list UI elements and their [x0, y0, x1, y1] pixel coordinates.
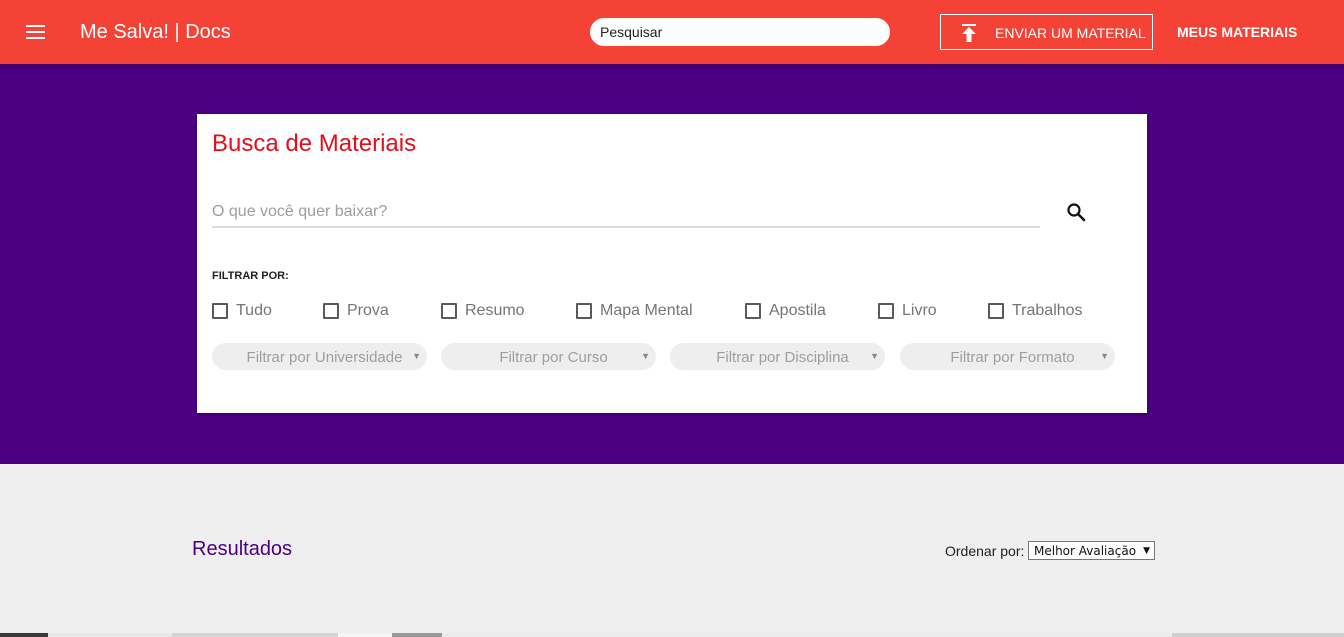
upload-material-label: ENVIAR UM MATERIAL	[995, 25, 1146, 41]
select-label: Filtrar por Disciplina	[716, 349, 849, 366]
strip-segment	[1172, 633, 1344, 637]
checkbox-apostila[interactable]: Apostila	[745, 302, 826, 320]
filter-course-select[interactable]: Filtrar por Curso ▼	[441, 343, 656, 370]
checkbox-label: Trabalhos	[1012, 302, 1083, 319]
search-icon[interactable]	[1066, 202, 1086, 222]
filter-format-select[interactable]: Filtrar por Formato ▼	[900, 343, 1115, 370]
hero-section: Busca de Materiais FILTRAR POR: Tudo Pro…	[0, 64, 1344, 464]
checkbox-label: Tudo	[236, 302, 272, 319]
header-search-input[interactable]	[590, 18, 890, 46]
checkbox-label: Prova	[347, 302, 389, 319]
strip-segment	[392, 633, 442, 637]
filter-by-label: FILTRAR POR:	[212, 270, 289, 282]
checkbox-box[interactable]	[212, 303, 228, 319]
order-by-label: Ordenar por:	[945, 543, 1025, 559]
checkbox-label: Resumo	[465, 302, 525, 319]
dropdown-arrow-icon: ▼	[1143, 546, 1150, 556]
upload-material-button[interactable]: ENVIAR UM MATERIAL	[940, 14, 1153, 50]
checkbox-box[interactable]	[576, 303, 592, 319]
dropdown-arrow-icon: ▼	[870, 351, 879, 361]
strip-segment	[442, 633, 1172, 637]
brand-title[interactable]: Me Salva! | Docs	[80, 20, 231, 44]
strip-segment	[338, 633, 392, 637]
search-card-title: Busca de Materiais	[212, 130, 417, 157]
material-search-input[interactable]	[212, 198, 1040, 228]
checkbox-label: Livro	[902, 302, 937, 319]
checkbox-resumo[interactable]: Resumo	[441, 302, 525, 320]
checkbox-livro[interactable]: Livro	[878, 302, 937, 320]
search-card: Busca de Materiais FILTRAR POR: Tudo Pro…	[197, 114, 1147, 413]
checkbox-label: Apostila	[769, 302, 826, 319]
dropdown-arrow-icon: ▼	[412, 351, 421, 361]
select-label: Filtrar por Formato	[950, 349, 1075, 366]
order-by-value: Melhor Avaliação	[1034, 544, 1137, 558]
dropdown-arrow-icon: ▼	[641, 351, 650, 361]
checkbox-trabalhos[interactable]: Trabalhos	[988, 302, 1083, 320]
checkbox-box[interactable]	[323, 303, 339, 319]
hamburger-menu-icon[interactable]	[26, 25, 45, 39]
checkbox-tudo[interactable]: Tudo	[212, 302, 272, 320]
order-by-select[interactable]: Melhor Avaliação ▼	[1028, 541, 1155, 560]
filter-university-select[interactable]: Filtrar por Universidade ▼	[212, 343, 427, 370]
checkbox-prova[interactable]: Prova	[323, 302, 389, 320]
checkbox-label: Mapa Mental	[600, 302, 693, 319]
upload-arrow-icon	[962, 24, 976, 42]
bottom-edge-strip	[0, 633, 1344, 637]
select-label: Filtrar por Universidade	[246, 349, 403, 366]
select-label: Filtrar por Curso	[499, 349, 608, 366]
dropdown-arrow-icon: ▼	[1100, 351, 1109, 361]
checkbox-mapa-mental[interactable]: Mapa Mental	[576, 302, 693, 320]
top-app-bar: Me Salva! | Docs ENVIAR UM MATERIAL MEUS…	[0, 0, 1344, 64]
my-materials-link[interactable]: MEUS MATERIAIS	[1177, 24, 1297, 40]
strip-segment	[48, 633, 172, 637]
checkbox-box[interactable]	[878, 303, 894, 319]
checkbox-box[interactable]	[745, 303, 761, 319]
results-title: Resultados	[192, 538, 293, 560]
filter-discipline-select[interactable]: Filtrar por Disciplina ▼	[670, 343, 885, 370]
strip-segment	[172, 633, 338, 637]
checkbox-box[interactable]	[441, 303, 457, 319]
checkbox-box[interactable]	[988, 303, 1004, 319]
